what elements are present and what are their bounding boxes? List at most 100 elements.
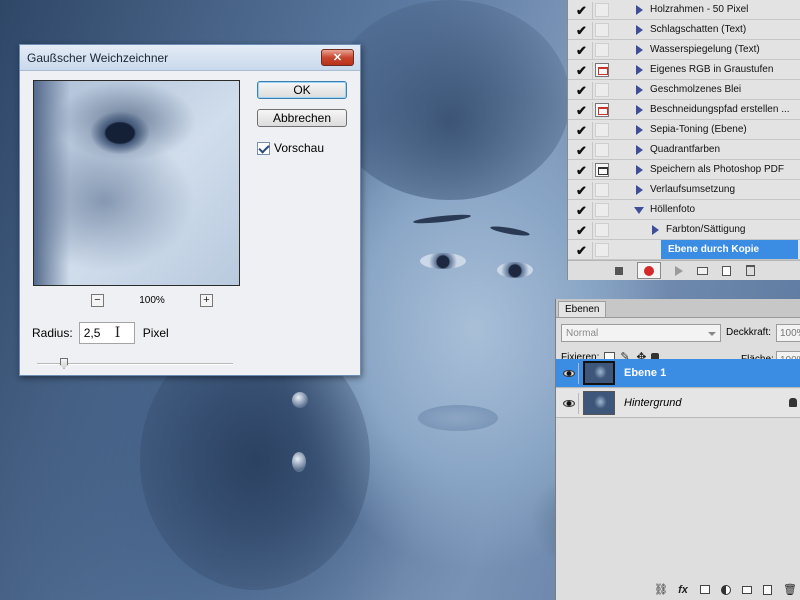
dialog-toggle-icon[interactable] bbox=[595, 103, 609, 117]
expand-triangle-icon[interactable] bbox=[636, 105, 643, 115]
radius-slider[interactable] bbox=[37, 358, 233, 370]
dialog-toggle-icon[interactable] bbox=[595, 43, 609, 57]
lock-icon bbox=[789, 398, 797, 407]
action-toggle-checkbox[interactable]: ✔ bbox=[571, 82, 593, 100]
action-row[interactable]: ✔ Schlagschatten (Text) bbox=[568, 20, 800, 40]
slider-thumb[interactable] bbox=[60, 358, 68, 369]
visibility-toggle[interactable] bbox=[559, 363, 579, 384]
tab-layers[interactable]: Ebenen bbox=[558, 301, 607, 317]
close-button[interactable]: ✕ bbox=[321, 49, 354, 66]
collapse-triangle-icon[interactable] bbox=[634, 207, 644, 214]
action-toggle-checkbox[interactable]: ✔ bbox=[571, 2, 593, 20]
action-row[interactable]: ✔ Speichern als Photoshop PDF bbox=[568, 160, 800, 180]
action-toggle-checkbox[interactable]: ✔ bbox=[571, 162, 593, 180]
action-row[interactable]: ✔ Verlaufsumsetzung bbox=[568, 180, 800, 200]
action-row[interactable]: ✔ Sepia-Toning (Ebene) bbox=[568, 120, 800, 140]
mask-icon[interactable] bbox=[700, 585, 710, 594]
blend-mode-select[interactable]: Normal bbox=[561, 324, 721, 342]
action-toggle-checkbox[interactable]: ✔ bbox=[571, 42, 593, 60]
action-toggle-checkbox[interactable]: ✔ bbox=[571, 122, 593, 140]
action-label: Schlagschatten (Text) bbox=[650, 24, 747, 35]
action-toggle-checkbox[interactable]: ✔ bbox=[571, 22, 593, 40]
new-item-icon bbox=[722, 265, 731, 276]
layer-thumbnail[interactable] bbox=[583, 361, 615, 385]
expand-triangle-icon[interactable] bbox=[636, 85, 643, 95]
dialog-toggle-icon[interactable] bbox=[595, 203, 609, 217]
action-toggle-checkbox[interactable]: ✔ bbox=[571, 62, 593, 80]
dialog-toggle-icon[interactable] bbox=[595, 243, 609, 257]
action-toggle-checkbox[interactable]: ✔ bbox=[571, 222, 593, 240]
action-toggle-checkbox[interactable]: ✔ bbox=[571, 182, 593, 200]
radius-input[interactable]: 2,5 I bbox=[78, 322, 135, 344]
dialog-toggle-icon[interactable] bbox=[595, 223, 609, 237]
play-button[interactable] bbox=[673, 265, 685, 277]
dialog-toggle-icon[interactable] bbox=[595, 23, 609, 37]
dialog-toggle-icon[interactable] bbox=[595, 123, 609, 137]
layer-name: Ebene 1 bbox=[624, 367, 667, 379]
opacity-field[interactable]: 100% bbox=[776, 324, 800, 342]
action-row[interactable]: ✔ Geschmolzenes Blei bbox=[568, 80, 800, 100]
action-row[interactable]: ✔ Beschneidungspfad erstellen ... bbox=[568, 100, 800, 120]
layers-toolbar: ⛓ fx 🗑 bbox=[556, 579, 800, 600]
zoom-in-button[interactable]: + bbox=[199, 293, 213, 307]
checkmark-icon: ✔ bbox=[576, 43, 587, 58]
radius-label: Radius: bbox=[32, 326, 73, 340]
layer-thumbnail[interactable] bbox=[583, 391, 615, 415]
dialog-toggle-icon[interactable] bbox=[595, 163, 609, 177]
dialog-titlebar[interactable]: Gaußscher Weichzeichner ✕ bbox=[20, 45, 360, 71]
dialog-toggle-icon[interactable] bbox=[595, 83, 609, 97]
expand-triangle-icon[interactable] bbox=[636, 185, 643, 195]
action-toggle-checkbox[interactable]: ✔ bbox=[571, 102, 593, 120]
trash-icon bbox=[746, 265, 755, 276]
new-set-button[interactable] bbox=[697, 265, 709, 277]
record-button[interactable] bbox=[636, 262, 661, 279]
action-row[interactable]: ✔ Farbton/Sättigung bbox=[568, 220, 800, 240]
expand-triangle-icon[interactable] bbox=[636, 45, 643, 55]
ok-button[interactable]: OK bbox=[257, 81, 347, 99]
checkmark-icon: ✔ bbox=[576, 243, 587, 258]
dialog-toggle-icon[interactable] bbox=[595, 183, 609, 197]
action-row[interactable]: ✔ Eigenes RGB in Graustufen bbox=[568, 60, 800, 80]
expand-triangle-icon[interactable] bbox=[652, 225, 659, 235]
play-icon bbox=[674, 265, 683, 276]
dialog-title: Gaußscher Weichzeichner bbox=[27, 50, 169, 65]
preview-zoom-controls: − 100% + bbox=[91, 293, 213, 307]
preview-checkbox[interactable] bbox=[257, 141, 270, 155]
adjustment-icon[interactable] bbox=[721, 584, 731, 595]
blur-preview-image[interactable] bbox=[33, 80, 240, 286]
trash-icon[interactable]: 🗑 bbox=[783, 583, 797, 596]
dialog-toggle-icon[interactable] bbox=[595, 3, 609, 17]
action-toggle-checkbox[interactable]: ✔ bbox=[571, 142, 593, 160]
actions-toolbar bbox=[568, 260, 800, 280]
action-row[interactable]: ✔ Wasserspiegelung (Text) bbox=[568, 40, 800, 60]
fx-icon[interactable]: fx bbox=[677, 584, 689, 596]
new-action-button[interactable] bbox=[721, 265, 733, 277]
expand-triangle-icon[interactable] bbox=[636, 5, 643, 15]
delete-action-button[interactable] bbox=[745, 265, 757, 277]
expand-triangle-icon[interactable] bbox=[636, 125, 643, 135]
action-row[interactable]: ✔ Ebene durch Kopie bbox=[568, 240, 800, 260]
action-toggle-checkbox[interactable]: ✔ bbox=[571, 242, 593, 260]
group-icon[interactable] bbox=[742, 585, 752, 594]
new-layer-icon[interactable] bbox=[763, 584, 772, 595]
visibility-toggle[interactable] bbox=[559, 393, 579, 414]
dialog-toggle-icon[interactable] bbox=[595, 63, 609, 77]
layer-row[interactable]: Hintergrund bbox=[556, 389, 800, 418]
action-row[interactable]: ✔ Quadrantfarben bbox=[568, 140, 800, 160]
expand-triangle-icon[interactable] bbox=[636, 25, 643, 35]
zoom-level: 100% bbox=[139, 294, 165, 306]
layers-tab-bar: Ebenen bbox=[556, 299, 800, 318]
layer-row[interactable]: Ebene 1 bbox=[556, 359, 800, 388]
action-row[interactable]: ✔ Höllenfoto bbox=[568, 200, 800, 220]
eye-icon bbox=[562, 400, 575, 407]
dialog-toggle-icon[interactable] bbox=[595, 143, 609, 157]
link-icon[interactable]: ⛓ bbox=[654, 583, 668, 596]
zoom-out-button[interactable]: − bbox=[91, 293, 104, 307]
cancel-button[interactable]: Abbrechen bbox=[257, 109, 347, 127]
expand-triangle-icon[interactable] bbox=[636, 145, 643, 155]
stop-button[interactable] bbox=[613, 265, 625, 277]
action-toggle-checkbox[interactable]: ✔ bbox=[571, 202, 593, 220]
expand-triangle-icon[interactable] bbox=[636, 65, 643, 75]
action-row[interactable]: ✔ Holzrahmen - 50 Pixel bbox=[568, 0, 800, 20]
expand-triangle-icon[interactable] bbox=[636, 165, 643, 175]
